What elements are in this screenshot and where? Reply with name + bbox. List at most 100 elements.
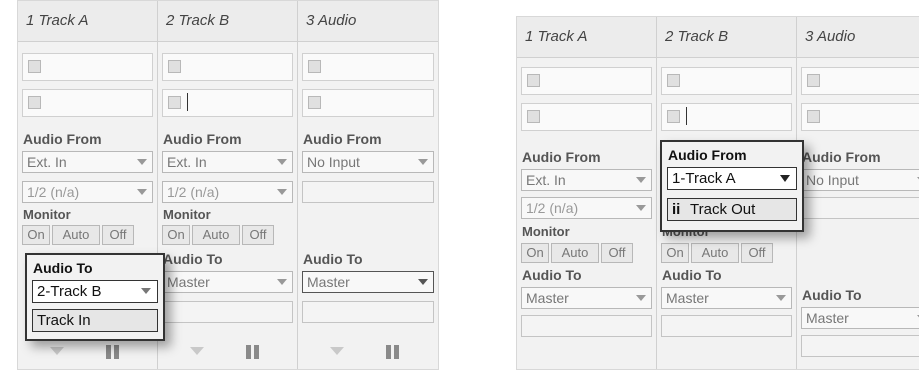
clip-stop-icon[interactable] (168, 96, 181, 109)
chevron-down-icon (418, 159, 428, 165)
output-channel-dropdown[interactable] (162, 301, 293, 323)
clip-slot[interactable] (302, 53, 434, 81)
track-name: 3 Audio (805, 28, 856, 45)
audio-to-label: Audio To (303, 251, 363, 267)
output-channel-dropdown[interactable] (661, 315, 792, 337)
stop-icon[interactable] (190, 347, 204, 355)
monitor-on-button[interactable]: On (22, 225, 50, 245)
track-header[interactable]: 2 Track B (657, 17, 796, 58)
clip-stop-icon[interactable] (527, 110, 540, 123)
input-type-dropdown[interactable]: Ext. In (22, 151, 153, 173)
audio-from-label: Audio From (668, 147, 747, 163)
track-header[interactable]: 1 Track A (18, 1, 157, 42)
chevron-down-icon (776, 295, 786, 301)
monitor-label: Monitor (522, 224, 570, 239)
output-type-dropdown[interactable]: 2-Track B (32, 280, 158, 303)
track-header[interactable]: 3 Audio (298, 1, 438, 42)
input-channel-dropdown[interactable]: 1/2 (n/a) (162, 181, 293, 203)
clip-slot[interactable] (661, 67, 792, 95)
audio-to-label: Audio To (33, 260, 93, 276)
monitor-on-button[interactable]: On (661, 243, 689, 263)
input-type-dropdown[interactable]: Ext. In (521, 169, 652, 191)
monitor-off-button[interactable]: Off (242, 225, 274, 245)
clip-slot[interactable] (661, 103, 792, 131)
solo-icon[interactable] (106, 345, 120, 359)
clip-stop-icon[interactable] (807, 74, 820, 87)
input-type-dropdown[interactable]: No Input (801, 169, 919, 191)
clip-stop-icon[interactable] (168, 60, 181, 73)
monitor-auto-button[interactable]: Auto (52, 225, 100, 245)
monitor-label: Monitor (163, 207, 211, 222)
clip-stop-icon[interactable] (28, 96, 41, 109)
output-channel-dropdown[interactable]: Track In (32, 309, 158, 332)
monitor-on-button[interactable]: On (521, 243, 549, 263)
clip-slot[interactable] (302, 89, 434, 117)
monitor-off-button[interactable]: Off (102, 225, 134, 245)
input-channel-dropdown[interactable] (302, 181, 434, 203)
input-type-dropdown[interactable]: 1-Track A (667, 167, 797, 190)
output-type-dropdown[interactable]: Master (801, 307, 919, 329)
input-type-dropdown[interactable]: Ext. In (162, 151, 293, 173)
clip-slot[interactable] (162, 89, 293, 117)
monitor-auto-button[interactable]: Auto (691, 243, 739, 263)
monitor-off-button[interactable]: Off (601, 243, 633, 263)
clip-stop-icon[interactable] (28, 60, 41, 73)
monitor-auto-button[interactable]: Auto (551, 243, 599, 263)
clip-slot[interactable] (22, 89, 153, 117)
input-channel-dropdown[interactable]: 1/2 (n/a) (22, 181, 153, 203)
track-header[interactable]: 2 Track B (158, 1, 297, 42)
output-channel-dropdown[interactable] (801, 335, 919, 357)
track-footer (158, 343, 297, 365)
output-type-dropdown[interactable]: Master (521, 287, 652, 309)
clip-slot[interactable] (22, 53, 153, 81)
clip-stop-icon[interactable] (308, 96, 321, 109)
track-name: 3 Audio (306, 12, 357, 29)
audio-from-label: Audio From (163, 131, 242, 147)
chevron-down-icon (780, 175, 790, 182)
output-type-dropdown[interactable]: Master (162, 271, 293, 293)
clip-slot[interactable] (521, 67, 652, 95)
track-name: 2 Track B (166, 12, 230, 29)
audio-to-label: Audio To (163, 251, 223, 267)
audio-from-label: Audio From (23, 131, 102, 147)
input-channel-dropdown[interactable]: 1/2 (n/a) (521, 197, 652, 219)
clip-stop-icon[interactable] (667, 74, 680, 87)
monitor-switch: On Auto Off (521, 243, 645, 263)
clip-slot[interactable] (801, 67, 919, 95)
output-channel-dropdown[interactable] (521, 315, 652, 337)
chevron-down-icon (277, 159, 287, 165)
clip-stop-icon[interactable] (667, 110, 680, 123)
chevron-down-icon (636, 177, 646, 183)
solo-icon[interactable] (246, 345, 260, 359)
monitor-switch: On Auto Off (661, 243, 785, 263)
clip-stop-icon[interactable] (527, 74, 540, 87)
audio-to-label: Audio To (522, 267, 582, 283)
solo-icon[interactable] (386, 345, 400, 359)
input-type-dropdown[interactable]: No Input (302, 151, 434, 173)
clip-slot[interactable] (801, 103, 919, 131)
output-channel-dropdown[interactable] (302, 301, 434, 323)
clip-stop-icon[interactable] (308, 60, 321, 73)
track-column-1: 1 Track A Audio From Ext. In 1/2 (n/a) M… (517, 17, 656, 369)
output-type-dropdown[interactable]: Master (661, 287, 792, 309)
clip-stop-icon[interactable] (807, 110, 820, 123)
input-channel-dropdown[interactable] (801, 197, 919, 219)
monitor-off-button[interactable]: Off (741, 243, 773, 263)
audio-to-label: Audio To (802, 287, 862, 303)
chevron-down-icon (137, 189, 147, 195)
track-column-3: 3 Audio Audio From No Input Audio To Mas… (797, 17, 919, 369)
monitor-switch: On Auto Off (162, 225, 286, 245)
monitor-on-button[interactable]: On (162, 225, 190, 245)
clip-slot[interactable] (521, 103, 652, 131)
track-header[interactable]: 1 Track A (517, 17, 656, 58)
input-channel-dropdown[interactable]: ii Track Out (667, 198, 797, 221)
track-header[interactable]: 3 Audio (797, 17, 919, 58)
monitor-label: Monitor (23, 207, 71, 222)
text-cursor (187, 93, 188, 111)
clip-slot[interactable] (162, 53, 293, 81)
stop-icon[interactable] (330, 347, 344, 355)
monitor-switch: On Auto Off (22, 225, 146, 245)
output-type-dropdown[interactable]: Master (302, 271, 434, 293)
monitor-auto-button[interactable]: Auto (192, 225, 240, 245)
stop-icon[interactable] (50, 347, 64, 355)
